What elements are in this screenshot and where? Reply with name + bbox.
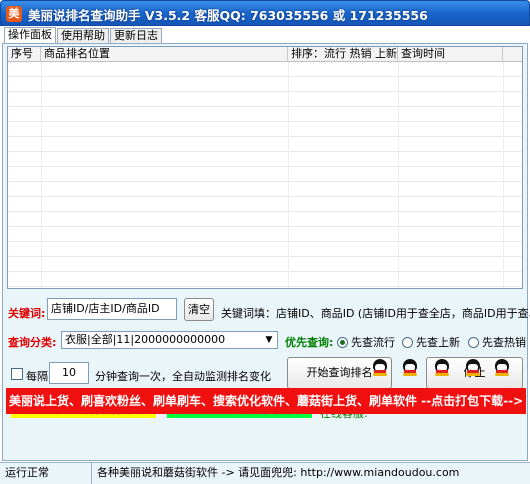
- priority-label: 优先查询:: [285, 336, 334, 349]
- radio-button-icon: [468, 337, 479, 348]
- schedule-checkbox[interactable]: [11, 368, 23, 380]
- column-header-rank-position[interactable]: 商品排名位置: [41, 47, 288, 62]
- tab-strip: 操作面板 使用帮助 更新日志: [4, 27, 163, 44]
- interval-input[interactable]: 10: [49, 362, 89, 384]
- radio-popular-first[interactable]: 先查流行: [337, 334, 395, 350]
- schedule-suffix: 分钟查询一次，全自动监测排名变化: [95, 370, 271, 383]
- keyword-input[interactable]: 店铺ID/店主ID/商品ID: [47, 298, 177, 320]
- radio-label: 先查流行: [351, 336, 395, 349]
- column-divider: [288, 62, 289, 288]
- tab-control-panel[interactable]: 操作面板: [4, 27, 56, 44]
- category-label: 查询分类:: [8, 336, 57, 349]
- keyword-label: 关键词:: [8, 307, 46, 320]
- column-divider: [503, 62, 504, 288]
- title-bar[interactable]: 美 美丽说排名查询助手 V3.5.2 客服QQ: 763035556 或 171…: [0, 0, 530, 26]
- tab-help[interactable]: 使用帮助: [57, 28, 109, 44]
- window-title: 美丽说排名查询助手 V3.5.2 客服QQ: 763035556 或 17123…: [28, 8, 428, 23]
- table-header: 序号 商品排名位置 排序：流行 热销 上新 查询时间: [8, 47, 522, 62]
- qq-penguin-icon[interactable]: [434, 359, 450, 376]
- table-body: [8, 62, 522, 288]
- column-divider: [41, 62, 42, 288]
- status-bar: 运行正常 各种美丽说和蘑菇街软件 -> 请见面兜兜: http://www.mi…: [0, 462, 530, 484]
- category-select[interactable]: 衣服|全部|11|2000000000000 ▼: [61, 331, 278, 349]
- clear-button[interactable]: 清空: [184, 298, 214, 321]
- column-header-index[interactable]: 序号: [8, 47, 41, 62]
- status-state: 运行正常: [0, 463, 92, 484]
- column-header-query-time[interactable]: 查询时间: [398, 47, 503, 62]
- category-selected-value: 衣服|全部|11|2000000000000: [65, 333, 226, 346]
- keyword-hint: 关键词填：店铺ID、商品ID (店铺ID用于查全店，商品ID用于查单品): [221, 307, 530, 320]
- chevron-down-icon[interactable]: ▼: [261, 332, 277, 348]
- tab-changelog[interactable]: 更新日志: [110, 28, 162, 44]
- results-table[interactable]: 序号 商品排名位置 排序：流行 热销 上新 查询时间: [7, 46, 523, 289]
- radio-label: 先查上新: [416, 336, 460, 349]
- radio-button-icon: [402, 337, 413, 348]
- radio-label: 先查热销: [482, 336, 526, 349]
- column-divider: [398, 62, 399, 288]
- promo-banner[interactable]: 美丽说上货、刷喜欢粉丝、刷单刷车、搜索优化软件、蘑菇街上货、刷单软件 --点击打…: [6, 388, 526, 414]
- radio-button-icon: [337, 337, 348, 348]
- qq-penguin-icon[interactable]: [402, 359, 418, 376]
- app-logo-icon: 美: [6, 6, 22, 22]
- column-header-sort[interactable]: 排序：流行 热销 上新: [288, 47, 398, 62]
- qq-penguin-icon[interactable]: [465, 359, 481, 376]
- status-message: 各种美丽说和蘑菇街软件 -> 请见面兜兜: http://www.miandou…: [97, 466, 460, 479]
- schedule-checkbox-label: 每隔: [26, 370, 48, 383]
- qq-penguin-icon[interactable]: [372, 359, 388, 376]
- radio-hot-first[interactable]: 先查热销: [468, 334, 526, 350]
- qq-penguin-icon[interactable]: [494, 359, 510, 376]
- radio-new-first[interactable]: 先查上新: [402, 334, 460, 350]
